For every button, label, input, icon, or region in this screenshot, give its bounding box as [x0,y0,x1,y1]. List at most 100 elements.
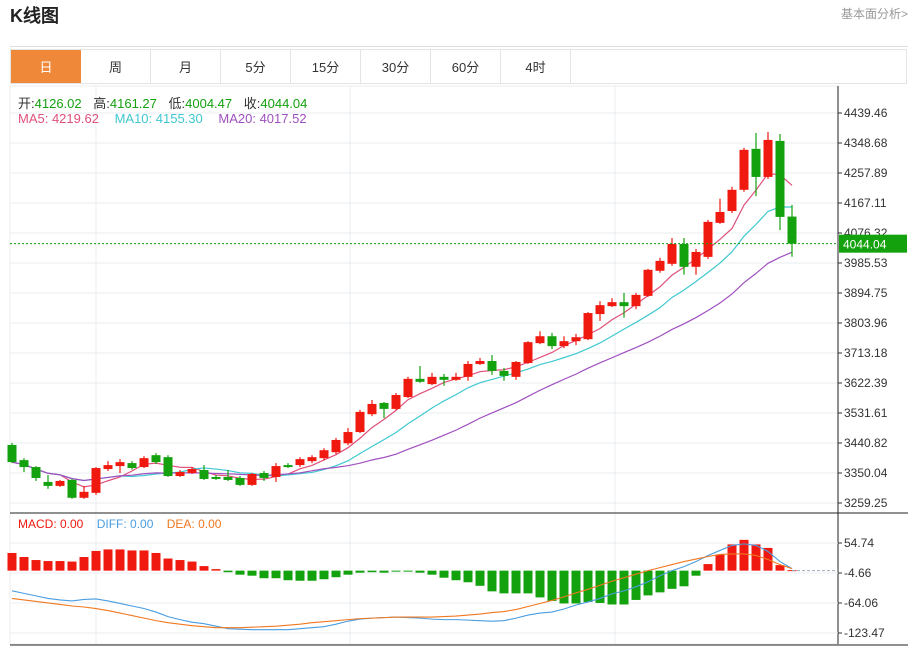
candle [31,466,41,481]
candle-body [343,432,353,444]
candle-body [247,474,257,485]
macd-bar [379,570,389,573]
candle [511,360,521,380]
candle [331,437,341,455]
candle-body [463,363,473,377]
macd-bar [511,570,521,594]
price-tick-label: 4348.68 [844,136,888,150]
candle-body [787,216,797,244]
macd-bar [223,570,233,573]
candle-body [127,463,137,469]
candle-body [67,479,77,498]
candle-body [235,477,245,485]
macd-bar [367,570,377,573]
macd-bar [91,550,101,571]
macd-bar [751,544,761,571]
candle-body [7,444,17,463]
candle-body [391,395,401,409]
candle [43,474,53,489]
macd-bar [403,570,413,572]
candle [403,376,413,398]
candle-body [679,244,689,267]
ma-legend: MA5: 4219.62 MA10: 4155.30 MA20: 4017.52 [18,111,319,126]
macd-bar [283,570,293,581]
candle-body [199,470,209,479]
candle-body [139,458,149,468]
candle-body [535,336,545,344]
candle-body [655,260,665,271]
candle-body [115,462,125,467]
macd-tick-label: -123.47 [844,626,885,640]
candle [79,485,89,499]
candle-body [151,455,161,463]
candle-body [739,149,749,190]
candle [271,463,281,482]
candle-body [31,467,41,478]
candle-body [43,481,53,486]
candle-body [103,465,113,470]
price-tick-label: 3622.39 [844,376,888,390]
candle [367,399,377,417]
price-tick-label: 3803.96 [844,316,888,330]
macd-bar [427,570,437,575]
last-price-label: 4044.04 [843,238,887,252]
candle-body [607,302,617,307]
macd-bar [115,549,125,571]
macd-bar [187,561,197,571]
candle-body [559,341,569,347]
macd-bar [391,570,401,572]
macd-bar [619,570,629,605]
macd-bar [571,570,581,604]
macd-bar [523,570,533,594]
candle-body [763,139,773,177]
candle [115,459,125,474]
candle [571,333,581,346]
low-value: 4004.47 [185,96,233,111]
price-tick-label: 3531.61 [844,406,888,420]
candle-body [775,140,785,217]
candle-body [595,305,605,315]
macd-bar [703,564,713,571]
close-value: 4044.04 [260,96,308,111]
ohlc-readout: 开:4126.02 高:4161.27 低:4004.47 收:4044.04 [18,93,315,112]
candle-body [79,491,89,498]
candle-body [727,189,737,211]
candle [55,479,65,487]
candle-body [259,473,269,478]
macd-bar [535,570,545,598]
candle [103,461,113,472]
macd-bar [319,570,329,580]
macd-tick-label: -64.06 [844,596,878,610]
candle-body [163,457,173,476]
macd-bar [151,552,161,571]
candle-body [715,211,725,223]
candle [463,360,473,381]
macd-legend-diff: DIFF: 0.00 [96,517,154,531]
macd-bar [19,557,29,571]
candle-body [703,221,713,257]
price-tick-label: 4167.11 [844,196,887,210]
close-label: 收: [243,96,261,111]
candle [655,257,665,273]
candle-body [307,457,317,462]
candle-body [631,294,641,307]
macd-tick-label: 54.74 [844,536,874,550]
candle [295,457,305,468]
open-value: 4126.02 [34,96,82,111]
macd-bar [307,570,317,581]
macd-bar [451,570,461,581]
candle [127,461,137,470]
candle-body [523,342,533,363]
candle-body [175,472,185,476]
ma20-legend: MA20: 4017.52 [218,111,307,126]
candle [307,455,317,464]
candle-body [751,148,761,177]
macd-tick-label: -4.66 [844,566,872,580]
candle [643,268,653,297]
macd-bar [355,570,365,573]
macd-bar [415,570,425,573]
candle [535,331,545,345]
price-tick-label: 4439.46 [844,106,888,120]
macd-bar [463,570,473,583]
macd-bar [715,554,725,571]
